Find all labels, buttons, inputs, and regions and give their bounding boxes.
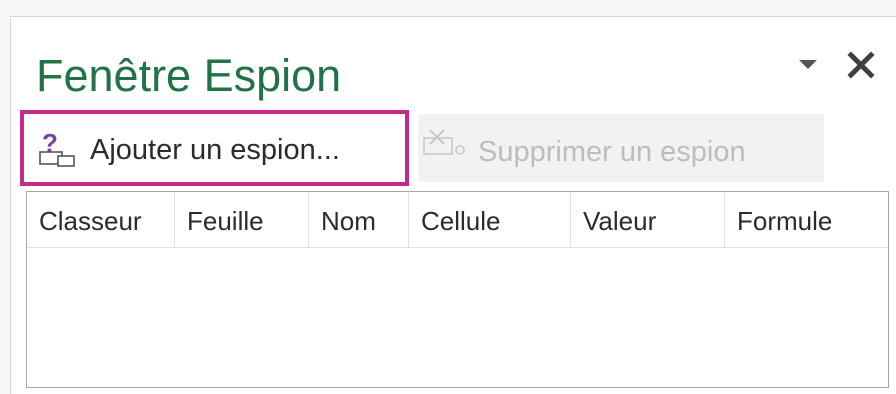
close-icon[interactable]	[846, 50, 876, 80]
column-header-value[interactable]: Valeur	[571, 192, 725, 247]
column-header-sheet[interactable]: Feuille	[175, 192, 309, 247]
add-watch-icon: ?	[39, 130, 75, 167]
pane-title: Fenêtre Espion	[36, 50, 342, 101]
grid-header: Classeur Feuille Nom Cellule Valeur Form…	[27, 192, 888, 248]
column-header-workbook[interactable]: Classeur	[27, 192, 175, 247]
chevron-down-icon[interactable]	[799, 60, 817, 69]
svg-text:?: ?	[42, 130, 58, 158]
column-header-cell[interactable]: Cellule	[409, 192, 571, 247]
delete-watch-label: Supprimer un espion	[478, 136, 746, 168]
column-header-name[interactable]: Nom	[309, 192, 409, 247]
add-watch-button[interactable]: ? Ajouter un espion...	[20, 110, 409, 186]
column-header-formula[interactable]: Formule	[725, 192, 888, 247]
grid-body[interactable]	[27, 248, 888, 387]
delete-watch-icon	[423, 129, 465, 155]
watch-list-grid[interactable]: Classeur Feuille Nom Cellule Valeur Form…	[26, 191, 889, 388]
add-watch-label: Ajouter un espion...	[90, 134, 340, 166]
delete-watch-button[interactable]: Supprimer un espion	[418, 114, 824, 182]
